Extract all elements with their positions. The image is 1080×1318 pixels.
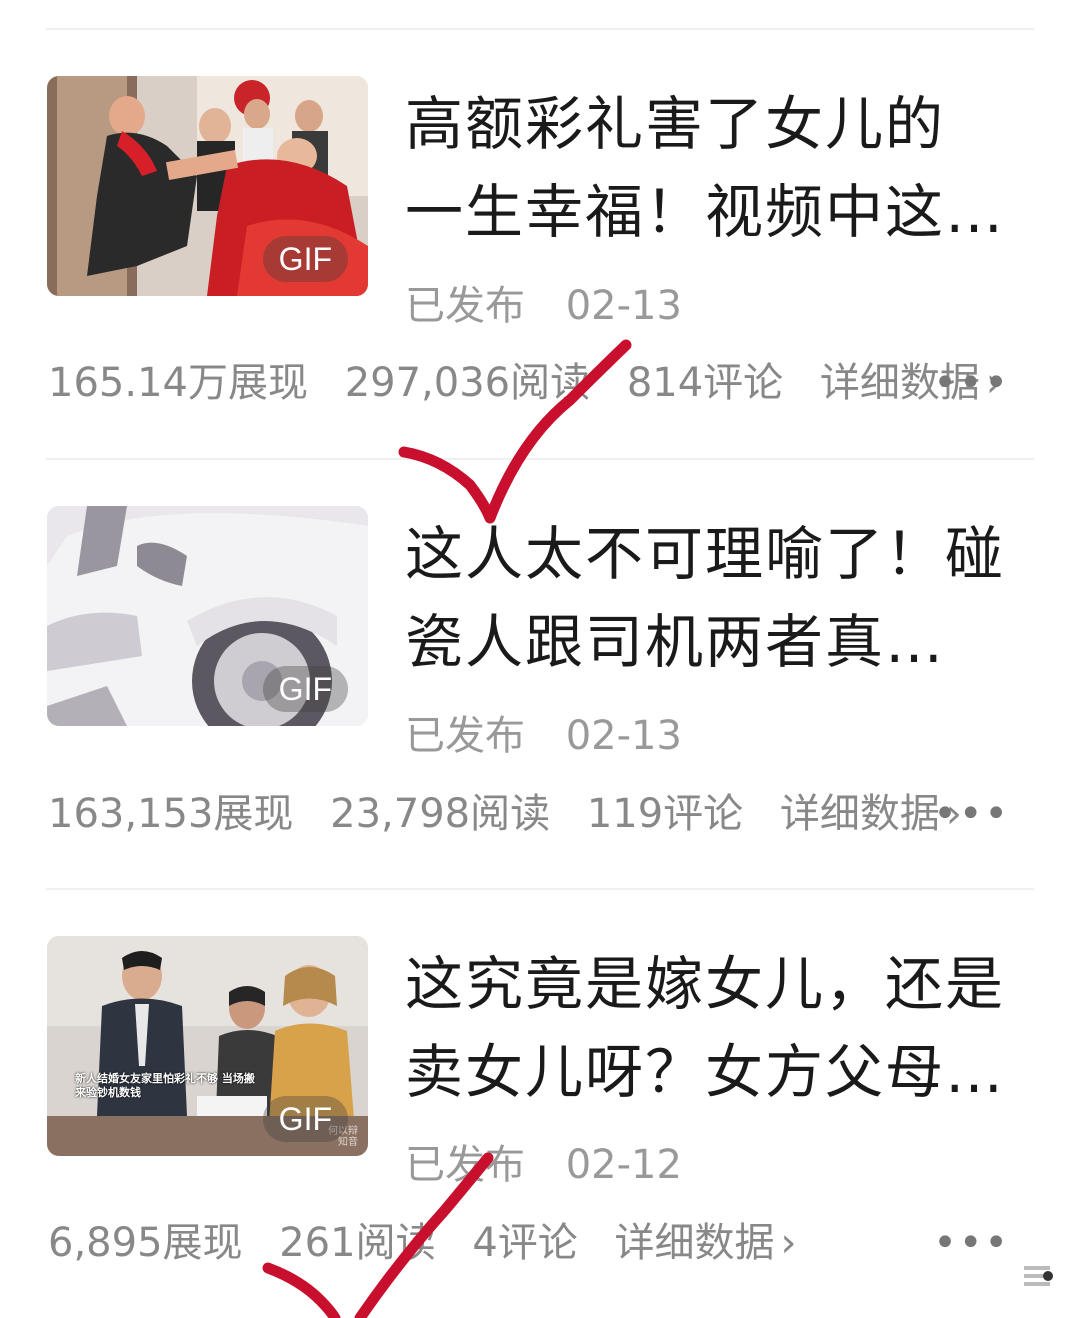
article-title-2[interactable]: 这人太不可理喻了！碰 瓷人跟司机两者真… bbox=[405, 510, 1035, 686]
article-stats-1: 165.14万展现 297,036阅读 814评论 详细数据 › ••• bbox=[48, 358, 1034, 408]
scroll-indicator-icon bbox=[1024, 1266, 1053, 1286]
article-meta-1: 已发布 02-13 bbox=[405, 282, 682, 330]
publish-status: 已发布 bbox=[405, 283, 525, 329]
impressions-count: 165.14万展现 bbox=[48, 360, 308, 406]
article-divider bbox=[46, 888, 1034, 890]
article-meta-2: 已发布 02-13 bbox=[405, 712, 682, 760]
article-title-line: 高额彩礼害了女儿的 bbox=[405, 90, 946, 158]
article-meta-3: 已发布 02-12 bbox=[405, 1141, 682, 1189]
chevron-right-icon: › bbox=[780, 1220, 797, 1266]
impressions-count: 163,153展现 bbox=[48, 791, 294, 837]
reads-count: 23,798阅读 bbox=[330, 791, 551, 837]
article-thumbnail-2[interactable]: GIF bbox=[47, 506, 368, 726]
article-title-line: 这究竟是嫁女儿，还是 bbox=[405, 950, 1006, 1018]
reads-count: 261阅读 bbox=[279, 1220, 436, 1266]
article-stats-3: 6,895展现 261阅读 4评论 详细数据 › ••• bbox=[48, 1218, 1034, 1268]
publish-status: 已发布 bbox=[405, 1142, 525, 1188]
article-title-line: 卖女儿呀？女方父母… bbox=[405, 1038, 1006, 1106]
article-thumbnail-3[interactable]: 新人结婚女友家里怕彩礼不够 当场搬来验钞机数钱 何以辩 知音 GIF bbox=[47, 936, 368, 1156]
article-thumbnail-1[interactable]: GIF bbox=[47, 76, 368, 296]
detail-data-link[interactable]: 详细数据 bbox=[780, 791, 940, 837]
detail-data-link[interactable]: 详细数据 bbox=[614, 1220, 774, 1266]
comments-count: 814评论 bbox=[626, 360, 784, 406]
impressions-count: 6,895展现 bbox=[48, 1220, 243, 1266]
gif-badge: GIF bbox=[262, 1096, 348, 1142]
gif-badge: GIF bbox=[262, 236, 348, 282]
article-title-line: 一生幸福！视频中这… bbox=[405, 178, 1006, 246]
article-title-3[interactable]: 这究竟是嫁女儿，还是 卖女儿呀？女方父母… bbox=[405, 940, 1035, 1116]
article-stats-2: 163,153展现 23,798阅读 119评论 详细数据 › ••• bbox=[48, 789, 1034, 839]
comments-count: 119评论 bbox=[586, 791, 744, 837]
article-title-line: 这人太不可理喻了！碰 bbox=[405, 520, 1006, 588]
publish-date: 02-12 bbox=[565, 1142, 682, 1188]
article-title-1[interactable]: 高额彩礼害了女儿的 一生幸福！视频中这… bbox=[405, 80, 1035, 256]
comments-count: 4评论 bbox=[472, 1220, 578, 1266]
reads-count: 297,036阅读 bbox=[344, 360, 591, 406]
more-dots-icon[interactable]: ••• bbox=[933, 1218, 1010, 1268]
article-title-line: 瓷人跟司机两者真… bbox=[405, 608, 946, 676]
more-dots-icon[interactable]: ••• bbox=[933, 789, 1010, 839]
publish-date: 02-13 bbox=[565, 283, 682, 329]
article-divider bbox=[46, 458, 1034, 460]
publish-date: 02-13 bbox=[565, 713, 682, 759]
gif-badge: GIF bbox=[262, 666, 348, 712]
thumbnail-caption: 新人结婚女友家里怕彩礼不够 当场搬来验钞机数钱 bbox=[75, 1072, 255, 1099]
more-dots-icon[interactable]: ••• bbox=[933, 358, 1010, 408]
publish-status: 已发布 bbox=[405, 713, 525, 759]
top-divider bbox=[46, 28, 1034, 30]
